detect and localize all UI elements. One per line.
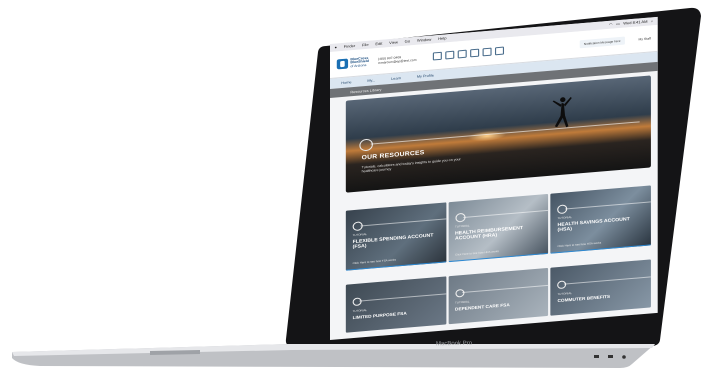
card-cta-link[interactable]: Click Here to see how HSA works: [558, 242, 602, 249]
menu-edit[interactable]: Edit: [375, 42, 382, 47]
home-icon[interactable]: [469, 48, 479, 58]
nav-item-my[interactable]: My...: [367, 78, 375, 83]
port-icon: [594, 355, 599, 358]
divider-line: [360, 217, 447, 226]
jumping-person-image: [552, 96, 572, 128]
ring-icon: [352, 221, 363, 232]
logo-line3: of Arizona: [350, 62, 367, 69]
menu-view[interactable]: View: [389, 40, 398, 45]
ring-icon: [455, 212, 466, 223]
bell-icon[interactable]: [482, 47, 492, 57]
divider-line: [565, 200, 651, 209]
divider-line: [359, 293, 447, 302]
cart-icon[interactable]: [432, 51, 442, 61]
laptop-scene: ● Finder File Edit View Go Window Help ◠…: [0, 0, 708, 370]
card-hra[interactable]: TUTORIAL HEALTH REIMBURSEMENT ACCOUNT (H…: [448, 193, 549, 263]
card-kicker: TUTORIAL: [557, 291, 572, 297]
menu-go[interactable]: Go: [405, 39, 410, 43]
divider-line: [564, 276, 651, 285]
menu-file[interactable]: File: [362, 43, 369, 48]
ring-icon: [557, 280, 567, 290]
search-icon[interactable]: ⌕: [651, 19, 653, 23]
ring-icon: [455, 288, 465, 298]
card-kicker: TUTORIAL: [557, 215, 572, 221]
device-label: MacBook Pro: [435, 340, 473, 348]
ring-icon: [359, 138, 373, 152]
card-kicker: TUTORIAL: [352, 232, 368, 238]
divider-line: [462, 209, 549, 217]
nav-item-profile[interactable]: My Profile: [417, 73, 434, 78]
notification-banner[interactable]: Notification Message here: [579, 36, 625, 49]
hero-banner[interactable]: OUR RESOURCES Tutorials, calculators and…: [345, 75, 651, 193]
hero-title: OUR RESOURCES: [361, 150, 425, 162]
card-dependent-care[interactable]: TUTORIAL DEPENDENT CARE FSA: [448, 267, 549, 325]
breadcrumb-text[interactable]: Resources Library: [350, 87, 381, 94]
chat-icon[interactable]: [457, 49, 467, 59]
menu-window[interactable]: Window: [417, 38, 431, 43]
card-commuter[interactable]: TUTORIAL COMMUTER BENEFITS: [550, 259, 651, 316]
tutorial-cards: TUTORIAL FLEXIBLE SPENDING ACCOUNT (FSA)…: [345, 185, 651, 271]
card-cta-link[interactable]: Click Here to see how FSA works: [353, 259, 396, 266]
ring-icon: [557, 204, 568, 215]
card-kicker: TUTORIAL: [352, 308, 368, 314]
menu-help[interactable]: Help: [438, 36, 446, 41]
port-icon: [608, 355, 613, 358]
wifi-icon[interactable]: ◠: [609, 23, 613, 27]
sunset-glow: [467, 129, 507, 143]
card-kicker: TUTORIAL: [455, 300, 470, 305]
contact-info: (480) 937-0409 mmarcum@ep@test.com: [378, 54, 417, 65]
card-kicker: TUTORIAL: [455, 224, 470, 229]
browser-screen: ● Finder File Edit View Go Window Help ◠…: [330, 16, 658, 340]
cross-shield-icon: [336, 58, 349, 70]
brand-logo[interactable]: BlueCross BlueShield of Arizona: [336, 55, 369, 70]
divider-line: [370, 121, 640, 145]
header-icon-bar: [432, 46, 504, 61]
settings-icon[interactable]: [494, 46, 504, 56]
apple-icon[interactable]: ●: [335, 45, 337, 49]
nav-item-home[interactable]: Home: [341, 80, 351, 85]
menu-finder[interactable]: Finder: [344, 44, 356, 49]
headphone-port-icon: [622, 355, 626, 359]
nav-item-learn[interactable]: Learn: [391, 76, 401, 81]
battery-icon[interactable]: ▭: [616, 22, 620, 26]
user-menu[interactable]: My Staff: [639, 36, 651, 41]
card-fsa[interactable]: TUTORIAL FLEXIBLE SPENDING ACCOUNT (FSA)…: [345, 202, 447, 271]
menubar-clock[interactable]: Wed 8:41 AM: [623, 20, 647, 26]
ring-icon: [352, 297, 362, 307]
divider-line: [461, 284, 549, 293]
card-cta-link[interactable]: Click Here to see how HRA works: [455, 250, 499, 257]
card-limited-fsa[interactable]: TUTORIAL LIMITED PURPOSE FSA: [345, 276, 447, 333]
card-hsa[interactable]: TUTORIAL HEALTH SAVINGS ACCOUNT (HSA) Cl…: [550, 185, 651, 254]
message-icon[interactable]: [444, 50, 454, 60]
